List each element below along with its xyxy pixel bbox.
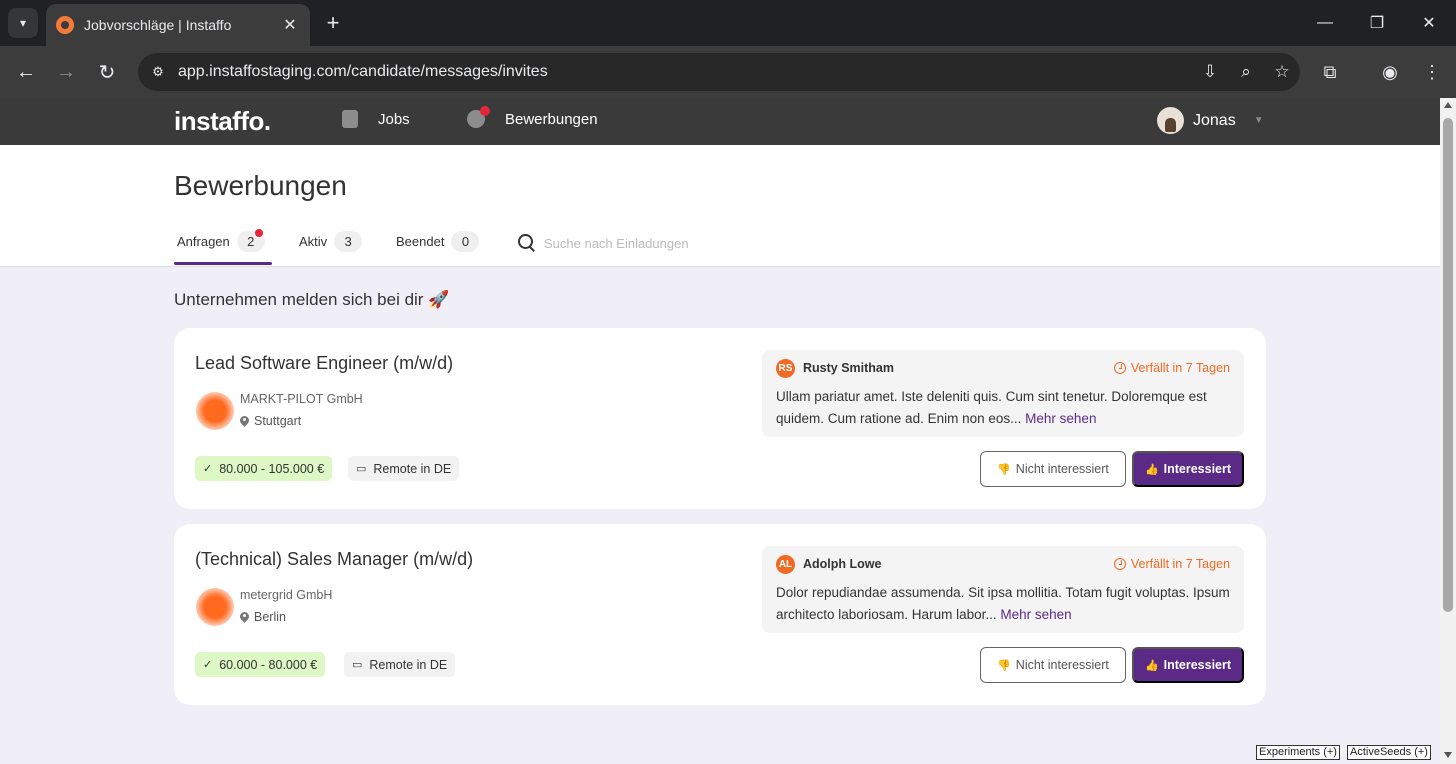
notification-dot bbox=[254, 229, 263, 237]
message-text: Ullam pariatur amet. Iste deleniti quis.… bbox=[776, 389, 1207, 426]
interested-button[interactable]: 👍 Interessiert bbox=[1132, 451, 1244, 487]
laptop-icon: ▭ bbox=[356, 463, 367, 475]
salary-badge: ✓ 80.000 - 105.000 € bbox=[195, 456, 333, 481]
tab-anfragen-count: 2 bbox=[236, 229, 265, 252]
invite-card: (Technical) Sales Manager (m/w/d) meterg… bbox=[174, 524, 1266, 705]
expiry-notice: Verfällt in 7 Tagen bbox=[1113, 361, 1230, 375]
remote-badge: ▭ Remote in DE bbox=[344, 652, 456, 677]
chevron-down-icon: ▼ bbox=[1253, 115, 1264, 126]
expiry-notice: Verfällt in 7 Tagen bbox=[1113, 557, 1230, 571]
tab-aktiv-count: 3 bbox=[334, 231, 363, 252]
document-icon bbox=[342, 110, 358, 128]
invite-search[interactable] bbox=[518, 234, 764, 252]
site-settings-icon[interactable]: ⚙ bbox=[144, 58, 172, 86]
profile-icon[interactable]: ◉ bbox=[1375, 58, 1405, 86]
minimize-icon[interactable]: — bbox=[1310, 10, 1340, 36]
bookmark-star-icon[interactable]: ☆ bbox=[1264, 57, 1300, 87]
tab-aktiv[interactable]: Aktiv 3 bbox=[299, 231, 363, 252]
user-menu[interactable]: Jonas ▼ bbox=[1157, 107, 1264, 134]
tab-beendet-label: Beendet bbox=[396, 234, 445, 249]
scrollbar-thumb[interactable] bbox=[1443, 118, 1453, 612]
browser-menu-icon[interactable]: ⋮ bbox=[1417, 58, 1447, 86]
location-pin-icon bbox=[240, 416, 249, 427]
scroll-down-icon[interactable] bbox=[1444, 752, 1452, 758]
clock-icon bbox=[1113, 558, 1126, 570]
install-app-icon[interactable]: ⇩ bbox=[1192, 57, 1228, 87]
location: Berlin bbox=[240, 610, 286, 624]
restore-icon[interactable]: ❐ bbox=[1362, 10, 1392, 36]
not-interested-button[interactable]: 👎 Nicht interessiert bbox=[980, 647, 1126, 683]
location-pin-icon bbox=[240, 612, 249, 623]
company-name: MARKT-PILOT GmbH bbox=[240, 392, 363, 406]
nav-bewerbungen[interactable]: Bewerbungen bbox=[467, 106, 598, 128]
user-name: Jonas bbox=[1193, 111, 1236, 129]
active-seeds-button[interactable]: ActiveSeeds (+) bbox=[1347, 745, 1431, 760]
thumbs-down-icon: 👎 bbox=[997, 659, 1011, 672]
tab-beendet-count: 0 bbox=[451, 231, 480, 252]
interested-button[interactable]: 👍 Interessiert bbox=[1132, 647, 1244, 683]
search-icon bbox=[518, 234, 536, 252]
tab-aktiv-label: Aktiv bbox=[299, 234, 328, 249]
forward-icon[interactable]: → bbox=[52, 58, 80, 86]
instaffo-favicon-icon bbox=[56, 16, 74, 34]
sender-avatar: AL bbox=[776, 555, 795, 574]
not-interested-button[interactable]: 👎 Nicht interessiert bbox=[980, 451, 1126, 487]
salary-badge: ✓ 60.000 - 80.000 € bbox=[195, 652, 326, 677]
zoom-icon[interactable]: ⌕ bbox=[1228, 57, 1264, 87]
back-icon[interactable]: ← bbox=[12, 58, 40, 86]
search-input[interactable] bbox=[544, 235, 764, 251]
show-more-link[interactable]: Mehr sehen bbox=[1000, 607, 1071, 622]
new-tab-icon[interactable]: + bbox=[320, 10, 346, 36]
remote-badge: ▭ Remote in DE bbox=[348, 456, 460, 481]
laptop-icon: ▭ bbox=[352, 659, 363, 671]
extensions-icon[interactable]: ⧉ bbox=[1315, 58, 1345, 86]
active-tab-indicator bbox=[174, 262, 272, 265]
check-icon: ✓ bbox=[203, 463, 213, 475]
reload-icon[interactable]: ↻ bbox=[93, 58, 121, 86]
tab-anfragen[interactable]: Anfragen 2 bbox=[177, 229, 265, 252]
window-close-icon[interactable]: ✕ bbox=[1414, 10, 1444, 36]
nav-jobs[interactable]: Jobs bbox=[342, 110, 410, 128]
page-title: Bewerbungen bbox=[174, 170, 347, 201]
tab-search-dropdown-icon[interactable]: ▾ bbox=[8, 8, 38, 38]
job-title[interactable]: (Technical) Sales Manager (m/w/d) bbox=[195, 549, 473, 570]
recruiter-message: RS Rusty Smitham Verfällt in 7 Tagen Ull… bbox=[762, 350, 1244, 437]
chat-bubble-icon bbox=[467, 106, 490, 128]
section-title: Unternehmen melden sich bei dir 🚀 bbox=[174, 290, 450, 309]
nav-jobs-label: Jobs bbox=[378, 110, 410, 128]
company-logo bbox=[196, 588, 234, 626]
check-icon: ✓ bbox=[203, 659, 213, 671]
nav-bewerbungen-label: Bewerbungen bbox=[505, 110, 598, 128]
url-text[interactable]: app.instaffostaging.com/candidate/messag… bbox=[178, 63, 1192, 81]
message-text: Dolor repudiandae assumenda. Sit ipsa mo… bbox=[776, 585, 1230, 622]
scroll-up-icon[interactable] bbox=[1444, 102, 1452, 108]
sender-avatar: RS bbox=[776, 359, 795, 378]
thumbs-up-icon: 👍 bbox=[1144, 463, 1159, 476]
thumbs-up-icon: 👍 bbox=[1144, 659, 1159, 672]
address-bar[interactable]: ⚙ app.instaffostaging.com/candidate/mess… bbox=[138, 53, 1300, 91]
invite-card: Lead Software Engineer (m/w/d) MARKT-PIL… bbox=[174, 328, 1266, 509]
tab-title: Jobvorschläge | Instaffo bbox=[84, 17, 232, 33]
show-more-link[interactable]: Mehr sehen bbox=[1025, 411, 1096, 426]
instaffo-logo[interactable]: instaffo. bbox=[174, 106, 271, 137]
company-logo bbox=[196, 392, 234, 430]
browser-tab[interactable]: Jobvorschläge | Instaffo ✕ bbox=[46, 4, 310, 46]
experiments-button[interactable]: Experiments (+) bbox=[1256, 745, 1340, 760]
job-title[interactable]: Lead Software Engineer (m/w/d) bbox=[195, 353, 453, 374]
recruiter-message: AL Adolph Lowe Verfällt in 7 Tagen Dolor… bbox=[762, 546, 1244, 633]
clock-icon bbox=[1113, 362, 1126, 374]
location: Stuttgart bbox=[240, 414, 301, 428]
sender-name: Rusty Smitham bbox=[803, 361, 894, 375]
tab-beendet[interactable]: Beendet 0 bbox=[396, 231, 480, 252]
tab-anfragen-label: Anfragen bbox=[177, 234, 230, 249]
tab-close-icon[interactable]: ✕ bbox=[280, 15, 300, 35]
avatar bbox=[1157, 107, 1184, 134]
sender-name: Adolph Lowe bbox=[803, 557, 882, 571]
company-name: metergrid GmbH bbox=[240, 588, 333, 602]
notification-dot bbox=[480, 106, 490, 116]
thumbs-down-icon: 👎 bbox=[997, 463, 1011, 476]
